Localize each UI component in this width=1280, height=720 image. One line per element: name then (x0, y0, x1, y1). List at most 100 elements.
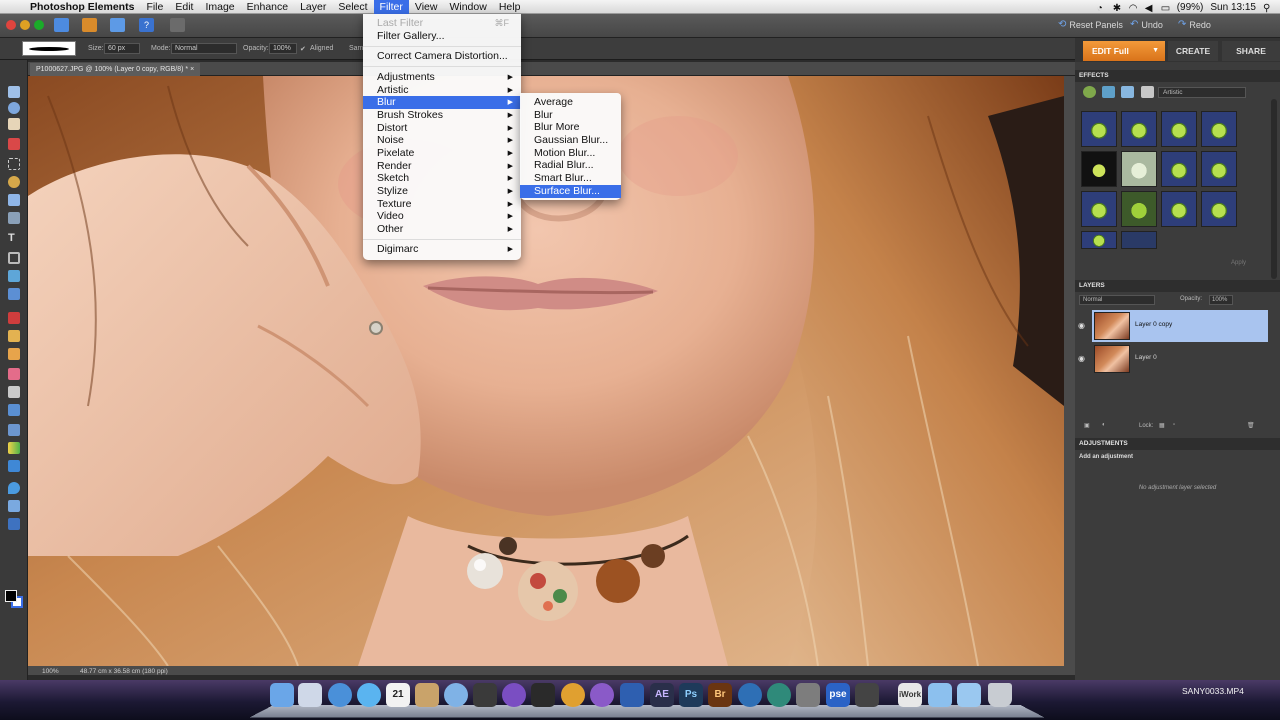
time-machine-app-icon[interactable] (767, 683, 791, 707)
zoom-window-icon[interactable] (34, 20, 44, 30)
marquee-tool-icon[interactable] (8, 158, 20, 170)
photo-effects-icon[interactable] (1121, 86, 1134, 98)
effect-thumbnail[interactable] (1081, 191, 1117, 227)
clock[interactable]: Sun 13:15 (1210, 2, 1256, 13)
size-field[interactable]: 60 px (104, 43, 140, 54)
blend-mode-select[interactable]: Normal (1079, 295, 1155, 305)
menu-item-blur[interactable]: Blur ▶ (363, 96, 521, 109)
folder-icon[interactable] (928, 683, 952, 707)
menu-layer[interactable]: Layer (294, 0, 332, 14)
menu-item-noise[interactable]: Noise ▶ (363, 134, 521, 147)
mode-select[interactable]: Normal (171, 43, 237, 54)
downloads-folder-icon[interactable] (957, 683, 981, 707)
finder-icon[interactable] (270, 683, 294, 707)
menu-select[interactable]: Select (332, 0, 373, 14)
lock-all-icon[interactable]: ▫ (1173, 422, 1175, 428)
menu-enhance[interactable]: Enhance (241, 0, 294, 14)
menu-edit[interactable]: Edit (169, 0, 199, 14)
zoom-tool-icon[interactable] (8, 102, 20, 114)
effect-thumbnail[interactable] (1161, 111, 1197, 147)
lasso-tool-icon[interactable] (8, 176, 20, 188)
opacity-field[interactable]: 100% (269, 43, 297, 54)
layers-panel-header[interactable]: LAYERS (1075, 280, 1280, 292)
filters-icon[interactable] (1083, 86, 1096, 98)
create-tab[interactable]: CREATE (1168, 41, 1218, 61)
bridge-icon[interactable] (82, 18, 97, 32)
effect-thumbnail[interactable] (1201, 111, 1237, 147)
layer-row[interactable]: Layer 0 copy (1092, 310, 1268, 342)
globe-icon[interactable] (738, 683, 762, 707)
color-picker-icon[interactable] (502, 683, 526, 707)
menu-help[interactable]: Help (493, 0, 527, 14)
aligned-checkbox[interactable]: ✔ (300, 45, 306, 53)
pencil-tool-icon[interactable] (8, 518, 20, 530)
sponge-tool-icon[interactable] (8, 500, 20, 512)
arrange-icon[interactable] (170, 18, 185, 32)
edit-full-tab[interactable]: EDIT Full ▼ (1083, 41, 1165, 61)
submenu-item-blur-more[interactable]: Blur More (520, 121, 621, 134)
type-tool-icon[interactable]: T (8, 232, 20, 244)
help-icon[interactable]: ? (139, 18, 154, 32)
spotlight-icon[interactable]: ⚲ (1263, 3, 1272, 14)
clapper-icon[interactable] (855, 683, 879, 707)
itunes-icon[interactable] (444, 683, 468, 707)
close-tab-icon[interactable]: × (190, 66, 194, 73)
share-tab[interactable]: SHARE (1222, 41, 1280, 61)
menu-item-video[interactable]: Video ▶ (363, 210, 521, 223)
bluetooth-icon[interactable]: ✱ (1113, 3, 1122, 14)
effect-thumbnail[interactable] (1081, 111, 1117, 147)
ichat-icon[interactable] (357, 683, 381, 707)
quick-selection-tool-icon[interactable] (8, 212, 20, 224)
effect-thumbnail[interactable] (1081, 231, 1117, 249)
red-eye-tool-icon[interactable] (8, 312, 20, 324)
menu-item-digimarc[interactable]: Digimarc ▶ (363, 243, 521, 256)
submenu-item-surface-blur[interactable]: Surface Blur... (520, 185, 621, 198)
effect-thumbnail[interactable] (1121, 231, 1157, 249)
effect-thumbnail[interactable] (1161, 151, 1197, 187)
menu-filter[interactable]: Filter (373, 0, 409, 14)
document-tab[interactable]: P1000627.JPG @ 100% (Layer 0 copy, RGB/8… (30, 63, 201, 76)
iwork-icon[interactable]: iWork (898, 683, 922, 707)
submenu-item-gaussian-blur[interactable]: Gaussian Blur... (520, 134, 621, 147)
lock-transparency-icon[interactable]: ▦ (1159, 422, 1165, 429)
menu-item-other[interactable]: Other ▶ (363, 223, 521, 236)
clone-stamp-tool-icon[interactable] (8, 348, 20, 360)
bridge-app-icon[interactable]: Br (708, 683, 732, 707)
submenu-item-radial-blur[interactable]: Radial Blur... (520, 159, 621, 172)
adjustment-layer-icon[interactable]: ◐ (1102, 422, 1106, 428)
menu-item-brush-strokes[interactable]: Brush Strokes ▶ (363, 109, 521, 122)
menu-window[interactable]: Window (443, 0, 492, 14)
imovie-icon[interactable] (473, 683, 497, 707)
effect-thumbnail[interactable] (1081, 151, 1117, 187)
redo-button[interactable]: ↷ Redo (1178, 19, 1211, 30)
magic-wand-tool-icon[interactable] (8, 194, 20, 206)
photoshop-elements-icon[interactable] (620, 683, 644, 707)
trash-icon[interactable]: 🗑 (1247, 422, 1255, 429)
menu-view[interactable]: View (409, 0, 444, 14)
healing-brush-tool-icon[interactable] (8, 330, 20, 342)
system-preferences-icon[interactable] (796, 683, 820, 707)
minimize-window-icon[interactable] (20, 20, 30, 30)
effect-thumbnail[interactable] (1201, 191, 1237, 227)
volume-icon[interactable]: ◀ (1145, 3, 1154, 14)
vertical-scrollbar[interactable] (1064, 76, 1075, 666)
save-icon[interactable] (110, 18, 125, 32)
photoshop-icon[interactable]: Ps (679, 683, 703, 707)
brush-tool-icon[interactable] (8, 386, 20, 398)
gradient-tool-icon[interactable] (8, 442, 20, 454)
menu-file[interactable]: File (140, 0, 169, 14)
layer-row[interactable]: Layer 0 (1092, 343, 1268, 375)
menu-item-stylize[interactable]: Stylize ▶ (363, 185, 521, 198)
organizer-icon[interactable] (54, 18, 69, 32)
straighten-tool-icon[interactable] (8, 288, 20, 300)
pse-icon[interactable]: pse (826, 683, 850, 707)
submenu-item-smart-blur[interactable]: Smart Blur... (520, 172, 621, 185)
visibility-eye-icon[interactable]: ◉ (1078, 321, 1086, 330)
zoom-level[interactable]: 100% (42, 666, 59, 677)
brush-preview[interactable] (22, 41, 76, 56)
effect-thumbnail[interactable] (1121, 111, 1157, 147)
paint-bucket-tool-icon[interactable] (8, 424, 20, 436)
wifi-icon[interactable]: ◠ (1129, 3, 1138, 14)
effects-scrollbar[interactable] (1271, 99, 1277, 279)
menu-image[interactable]: Image (199, 0, 240, 14)
